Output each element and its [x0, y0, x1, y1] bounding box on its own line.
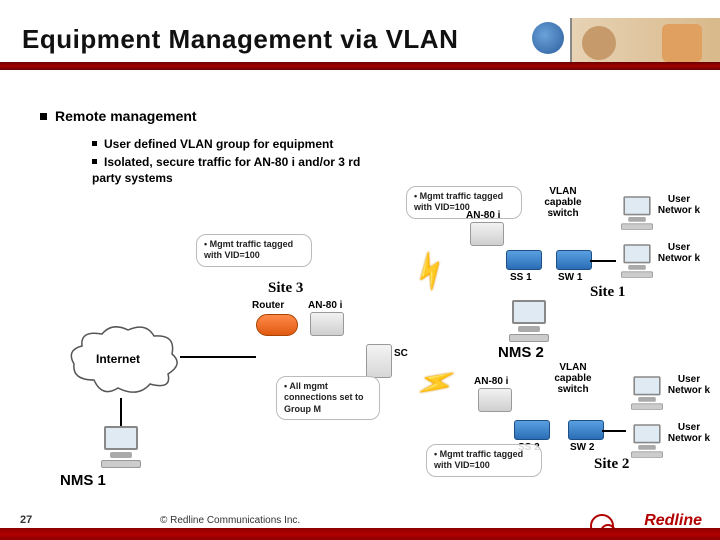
sw1-desc: VLAN capable switch [536, 186, 590, 219]
user-net-2-label: User Networ k [656, 242, 702, 264]
nms2-label: NMS 2 [498, 344, 544, 361]
bullet-l2b: Isolated, secure traffic for AN-80 i and… [92, 154, 392, 186]
sw2-icon [568, 420, 604, 440]
rf-link-icon-2: ⚡ [412, 359, 462, 408]
slide: Equipment Management via VLAN Remote man… [0, 0, 720, 540]
footer-bar [0, 528, 720, 540]
site2-label: Site 2 [594, 456, 629, 473]
nms1-label: NMS 1 [60, 472, 106, 489]
link-cloud-router [180, 356, 256, 358]
note-mgmt-top: • Mgmt traffic tagged with VID=100 [406, 186, 522, 219]
an80i-site1-label: AN-80 i [466, 210, 500, 221]
sw2-label: SW 2 [570, 442, 594, 453]
sc-icon [366, 344, 392, 378]
ss1-icon [506, 250, 542, 270]
site3-label: Site 3 [268, 280, 303, 297]
an80i-site2-icon [478, 388, 512, 412]
header-globe-logo [532, 22, 564, 54]
nms1-pc-icon [98, 426, 144, 468]
header-photo [570, 18, 720, 68]
user-net-4-label: User Networ k [666, 422, 712, 444]
site1-label: Site 1 [590, 284, 625, 301]
sw2-desc: VLAN capable switch [546, 362, 600, 395]
page-number: 27 [20, 514, 32, 526]
link-sw2-pc [602, 430, 626, 432]
sw1-icon [556, 250, 592, 270]
copyright: © Redline Communications Inc. [160, 515, 300, 526]
user-net-1-label: User Networ k [656, 194, 702, 216]
note-all-mgmt: • All mgmt connections set to Group M [276, 376, 380, 420]
title-rule [0, 62, 720, 70]
slide-title: Equipment Management via VLAN [22, 24, 458, 55]
an80i-site3-label: AN-80 i [308, 300, 342, 311]
ss2-icon [514, 420, 550, 440]
link-sw1-pc [590, 260, 616, 262]
user-pc-3-icon [629, 376, 666, 410]
internet-label: Internet [96, 352, 140, 366]
note-mgmt-1: • Mgmt traffic tagged with VID=100 [196, 234, 312, 267]
user-net-3-label: User Networ k [666, 374, 712, 396]
note-mgmt-bottom: • Mgmt traffic tagged with VID=100 [426, 444, 542, 477]
link-cloud-nms1 [120, 398, 122, 426]
an80i-site1-icon [470, 222, 504, 246]
user-pc-4-icon [629, 424, 666, 458]
an80i-site3-icon [310, 312, 344, 336]
sc-label: SC [394, 348, 408, 359]
user-pc-1-icon [619, 196, 656, 230]
sw1-label: SW 1 [558, 272, 582, 283]
footer: 27 © Redline Communications Inc. Redline… [0, 506, 720, 540]
router-label: Router [252, 300, 284, 311]
user-pc-2-icon [619, 244, 656, 278]
an80i-site2-label: AN-80 i [474, 376, 508, 387]
nms2-pc-icon [506, 300, 552, 342]
rf-link-icon-1: ⚡ [405, 246, 456, 296]
router-icon [256, 314, 298, 336]
bullet-l2a: User defined VLAN group for equipment [92, 136, 333, 152]
bullet-l1: Remote management [40, 108, 197, 124]
ss1-label: SS 1 [510, 272, 532, 283]
